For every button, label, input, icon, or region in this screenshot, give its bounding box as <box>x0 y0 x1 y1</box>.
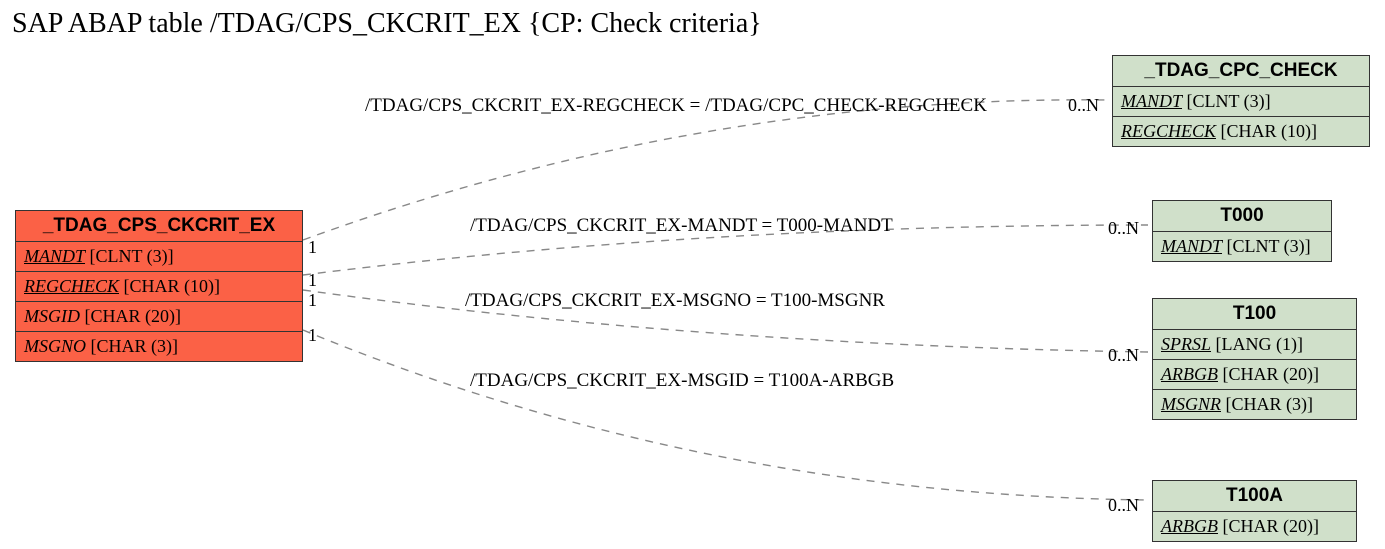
card-one: 1 <box>308 290 317 311</box>
entity-tdag-cps-ckcrit-ex: _TDAG_CPS_CKCRIT_EX MANDT [CLNT (3)] REG… <box>15 210 303 362</box>
card-one: 1 <box>308 270 317 291</box>
entity-field: SPRSL [LANG (1)] <box>1153 330 1356 360</box>
entity-field: MSGID [CHAR (20)] <box>16 302 302 332</box>
entity-t000: T000 MANDT [CLNT (3)] <box>1152 200 1332 262</box>
card-many: 0..N <box>1068 95 1099 116</box>
relation-regcheck: /TDAG/CPS_CKCRIT_EX-REGCHECK = /TDAG/CPC… <box>365 95 987 117</box>
entity-tdag-cpc-check: _TDAG_CPC_CHECK MANDT [CLNT (3)] REGCHEC… <box>1112 55 1370 147</box>
entity-field: MSGNR [CHAR (3)] <box>1153 390 1356 419</box>
entity-header: _TDAG_CPS_CKCRIT_EX <box>16 211 302 242</box>
entity-field: MSGNO [CHAR (3)] <box>16 332 302 361</box>
entity-header: T000 <box>1153 201 1331 232</box>
relation-msgid: /TDAG/CPS_CKCRIT_EX-MSGID = T100A-ARBGB <box>470 370 894 392</box>
entity-header: T100A <box>1153 481 1356 512</box>
card-one: 1 <box>308 325 317 346</box>
page-title: SAP ABAP table /TDAG/CPS_CKCRIT_EX {CP: … <box>12 8 762 40</box>
card-many: 0..N <box>1108 345 1139 366</box>
entity-field: MANDT [CLNT (3)] <box>1153 232 1331 261</box>
entity-field: MANDT [CLNT (3)] <box>16 242 302 272</box>
relation-msgno: /TDAG/CPS_CKCRIT_EX-MSGNO = T100-MSGNR <box>465 290 885 312</box>
entity-header: T100 <box>1153 299 1356 330</box>
card-one: 1 <box>308 237 317 258</box>
entity-field: REGCHECK [CHAR (10)] <box>1113 117 1369 146</box>
entity-field: REGCHECK [CHAR (10)] <box>16 272 302 302</box>
card-many: 0..N <box>1108 218 1139 239</box>
entity-field: ARBGB [CHAR (20)] <box>1153 360 1356 390</box>
entity-header: _TDAG_CPC_CHECK <box>1113 56 1369 87</box>
card-many: 0..N <box>1108 495 1139 516</box>
entity-field: MANDT [CLNT (3)] <box>1113 87 1369 117</box>
relation-mandt: /TDAG/CPS_CKCRIT_EX-MANDT = T000-MANDT <box>470 215 893 237</box>
entity-t100: T100 SPRSL [LANG (1)] ARBGB [CHAR (20)] … <box>1152 298 1357 420</box>
entity-t100a: T100A ARBGB [CHAR (20)] <box>1152 480 1357 542</box>
entity-field: ARBGB [CHAR (20)] <box>1153 512 1356 541</box>
